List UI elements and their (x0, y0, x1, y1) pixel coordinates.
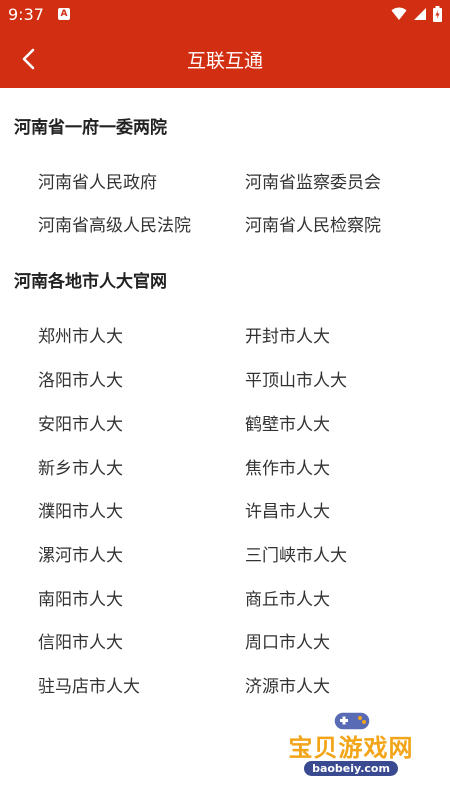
link-high-court[interactable]: 河南省高级人民法院 (38, 211, 191, 236)
link-anyang[interactable]: 安阳市人大 (38, 410, 123, 435)
section-title-city-npc: 河南各地市人大官网 (14, 272, 167, 292)
watermark-text: 宝贝游戏网 (288, 734, 414, 762)
link-kaifeng[interactable]: 开封市人大 (245, 322, 330, 347)
link-sanmenxia[interactable]: 三门峡市人大 (245, 541, 347, 566)
link-procuratorate[interactable]: 河南省人民检察院 (245, 211, 381, 236)
link-provincial-government[interactable]: 河南省人民政府 (38, 168, 157, 193)
link-xinyang[interactable]: 信阳市人大 (38, 628, 123, 653)
link-jiyuan[interactable]: 济源市人大 (245, 672, 330, 697)
watermark: 宝贝游戏网 baobeiy.com (276, 706, 426, 786)
link-shangqiu[interactable]: 商丘市人大 (245, 585, 330, 610)
section-title-government: 河南省一府一委两院 (14, 118, 167, 138)
link-hebi[interactable]: 鹤壁市人大 (245, 410, 330, 435)
link-nanyang[interactable]: 南阳市人大 (38, 585, 123, 610)
status-time: 9:37 (8, 5, 44, 24)
link-zhumadian[interactable]: 驻马店市人大 (38, 672, 140, 697)
notification-icon: A (58, 8, 70, 20)
link-xuchang[interactable]: 许昌市人大 (245, 497, 330, 522)
link-jiaozuo[interactable]: 焦作市人大 (245, 454, 330, 479)
status-icons (391, 6, 442, 22)
link-zhengzhou[interactable]: 郑州市人大 (38, 322, 123, 347)
battery-icon (433, 6, 442, 22)
link-luoyang[interactable]: 洛阳市人大 (38, 366, 123, 391)
status-bar: 9:37 A (0, 0, 450, 30)
page-title: 互联互通 (186, 50, 263, 72)
link-puyang[interactable]: 濮阳市人大 (38, 497, 123, 522)
signal-icon (414, 8, 426, 20)
link-pingdingshan[interactable]: 平顶山市人大 (245, 366, 347, 391)
link-luohe[interactable]: 漯河市人大 (38, 541, 123, 566)
watermark-url: baobeiy.com (304, 761, 398, 776)
link-xinxiang[interactable]: 新乡市人大 (38, 454, 123, 479)
app-bar: 互联互通 (0, 30, 450, 88)
wifi-icon (391, 7, 407, 20)
link-supervision-commission[interactable]: 河南省监察委员会 (245, 168, 381, 193)
link-zhoukou[interactable]: 周口市人大 (245, 628, 330, 653)
